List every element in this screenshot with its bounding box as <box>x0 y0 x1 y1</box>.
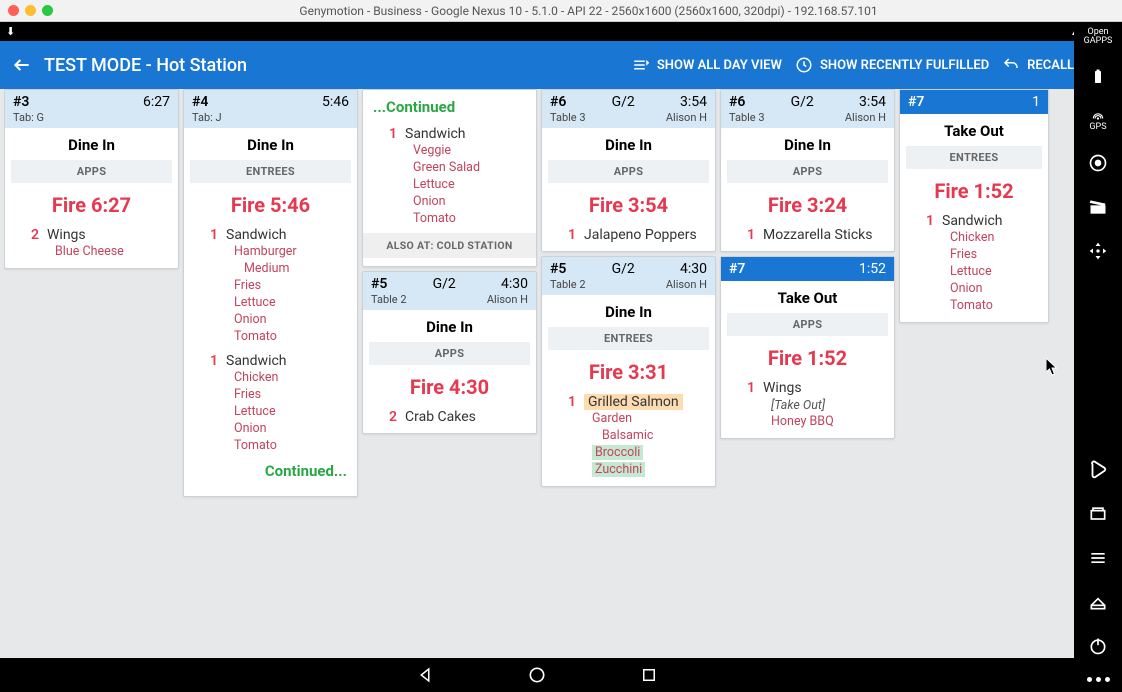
line-item: 1Sandwich <box>363 124 536 142</box>
open-gapps-label[interactable]: Open GAPPS <box>1074 28 1122 46</box>
line-item: 1Grilled Salmon <box>542 392 715 410</box>
genymotion-rail: Open GAPPS GPS <box>1074 22 1122 692</box>
fire-time: Fire 6:27 <box>5 193 178 217</box>
recall-button[interactable]: RECALL <box>1001 55 1074 75</box>
mac-min[interactable] <box>25 5 36 16</box>
continued-label: Continued... <box>194 462 347 480</box>
item-note: [Take Out] <box>721 396 894 413</box>
show-recent-button[interactable]: SHOW RECENTLY FULFILLED <box>794 55 989 75</box>
power-icon[interactable] <box>1085 633 1111 659</box>
app-bar: TEST MODE - Hot Station SHOW ALL DAY VIE… <box>0 41 1122 89</box>
ticket-number: #3 <box>13 94 29 110</box>
ticket-card[interactable]: #6G/23:54 Table 3Alison H Dine In APPS F… <box>720 89 895 252</box>
ticket-card[interactable]: #71:52 Take Out APPS Fire 1:52 1Wings [T… <box>720 256 895 439</box>
more-icon[interactable] <box>1087 677 1110 682</box>
window-title: Genymotion - Business - Google Nexus 10 … <box>63 4 1114 18</box>
line-item: 1Sandwich <box>184 351 357 369</box>
line-item: 1Jalapeno Poppers <box>542 225 715 243</box>
list-icon <box>631 55 651 75</box>
android-nav-bar <box>0 658 1074 692</box>
dpad-icon[interactable] <box>1085 238 1111 264</box>
battery-icon[interactable] <box>1085 64 1111 90</box>
clapper-icon[interactable] <box>1085 194 1111 220</box>
camera-icon[interactable] <box>1085 150 1111 176</box>
ticket-card[interactable]: #71 Take Out ENTREES Fire 1:52 1Sandwich… <box>899 89 1049 323</box>
mac-titlebar: Genymotion - Business - Google Nexus 10 … <box>0 0 1122 22</box>
course-label: APPS <box>11 160 172 183</box>
ticket-card[interactable]: #5G/24:30 Table 2Alison H Dine In ENTREE… <box>541 256 716 487</box>
ticket-card[interactable]: #45:46 Tab: J Dine In ENTREES Fire 5:46 … <box>183 89 358 497</box>
modifier: Blue Cheese <box>5 243 178 260</box>
ticket-card[interactable]: ...Continued 1Sandwich Veggie Green Sala… <box>362 89 537 267</box>
page-title: TEST MODE - Hot Station <box>44 55 619 76</box>
download-icon: ⬇ <box>6 25 15 38</box>
android-back-icon[interactable] <box>1085 457 1111 483</box>
ticket-board: #3 6:27 Tab: G Dine In APPS Fire 6:27 2Wi… <box>4 89 1064 658</box>
line-item: 2Wings <box>5 225 178 243</box>
nav-home-icon[interactable] <box>526 664 548 686</box>
android-recent-icon[interactable] <box>1085 501 1111 527</box>
line-item: 1Sandwich <box>900 211 1048 229</box>
ticket-time: 6:27 <box>143 94 170 110</box>
nav-recent-icon[interactable] <box>638 664 660 686</box>
line-item: 2Crab Cakes <box>363 407 536 425</box>
line-item: 1Wings <box>721 378 894 396</box>
clock-icon <box>794 55 814 75</box>
nav-back-icon[interactable] <box>414 664 436 686</box>
order-type: Dine In <box>5 136 178 154</box>
android-home-icon[interactable] <box>1085 589 1111 615</box>
mac-max[interactable] <box>42 5 53 16</box>
ticket-card[interactable]: #5G/24:30 Table 2Alison H Dine In APPS F… <box>362 271 537 434</box>
continued-label: ...Continued <box>373 98 526 116</box>
ticket-subtitle: Tab: G <box>13 111 44 124</box>
ticket-card[interactable]: #3 6:27 Tab: G Dine In APPS Fire 6:27 2Wi… <box>4 89 179 269</box>
gps-icon[interactable]: GPS <box>1089 108 1107 132</box>
line-item: 1Mozzarella Sticks <box>721 225 894 243</box>
show-all-day-button[interactable]: SHOW ALL DAY VIEW <box>631 55 782 75</box>
android-menu-icon[interactable] <box>1085 545 1111 571</box>
line-item: 1Sandwich <box>184 225 357 243</box>
ticket-card[interactable]: #6G/23:54 Table 3Alison H Dine In APPS F… <box>541 89 716 252</box>
android-status-bar: ⬇ ▲ ▮ 4:32 <box>0 22 1122 41</box>
back-icon[interactable] <box>12 55 32 75</box>
also-at-label: ALSO AT: COLD STATION <box>363 233 536 258</box>
undo-icon <box>1001 55 1021 75</box>
mac-close[interactable] <box>8 5 19 16</box>
